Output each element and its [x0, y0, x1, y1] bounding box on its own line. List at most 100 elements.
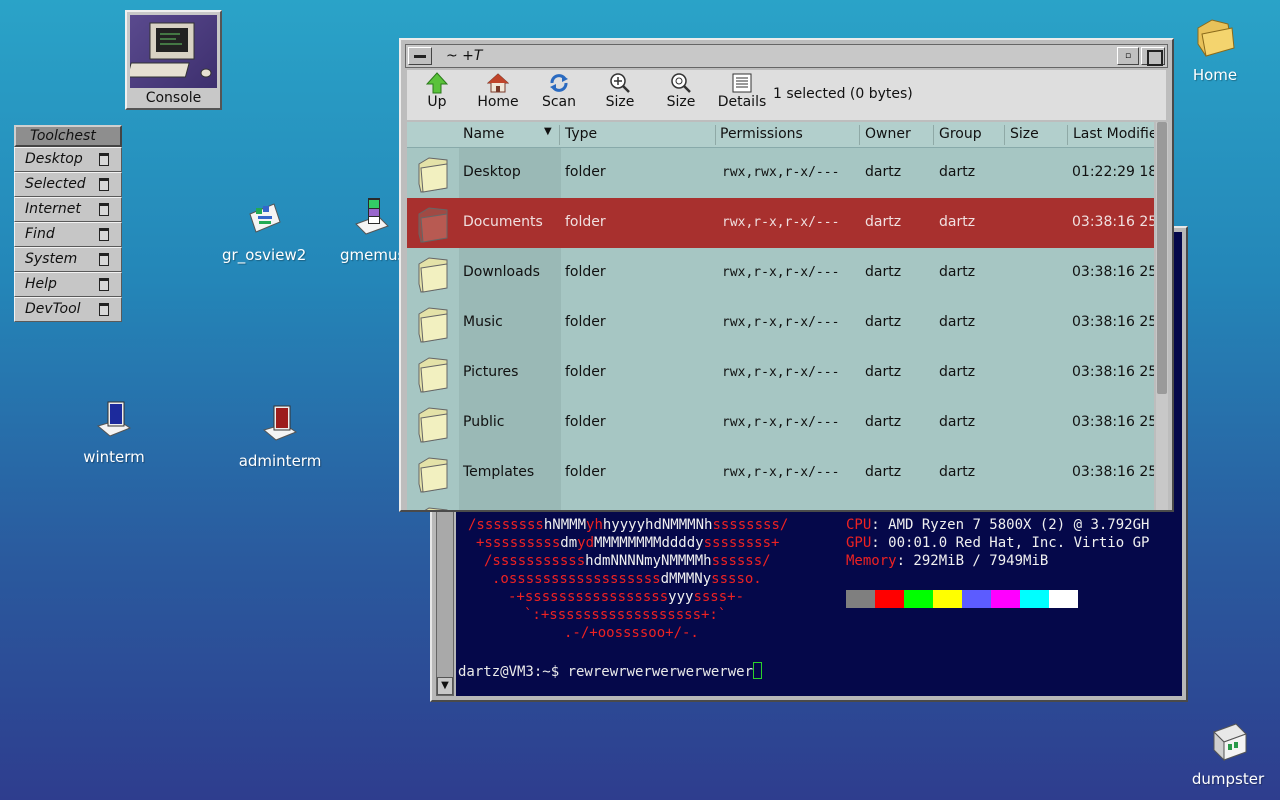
file-owner: dartz — [865, 164, 902, 180]
column-permissions[interactable]: Permissions — [720, 126, 803, 142]
file-group: dartz — [939, 364, 976, 380]
file-list[interactable]: Name ▼ Type Permissions Owner Group Size… — [407, 122, 1154, 510]
toolchest-item-selected[interactable]: Selected — [14, 172, 122, 197]
file-list-scrollbar[interactable] — [1156, 122, 1168, 510]
file-manager-toolbar: Up Home Scan Size Size Details 1 selecte… — [407, 70, 1166, 120]
sort-descending-icon[interactable]: ▼ — [544, 126, 552, 137]
file-type: folder — [565, 164, 606, 180]
file-name: Desktop — [463, 164, 521, 180]
window-titlebar[interactable]: ~ +T ▫ — [405, 44, 1168, 68]
details-button[interactable]: Details — [712, 72, 772, 110]
folder-icon — [418, 157, 448, 193]
toolchest-item-devtool[interactable]: DevTool — [14, 297, 122, 322]
desktop-icon-home[interactable]: Home — [1186, 14, 1244, 84]
folder-icon — [424, 507, 448, 510]
neofetch-art-line: .ossssssssssssssssssdMMMNysssso. — [492, 571, 762, 587]
desktop-icon-adminterm[interactable]: adminterm — [238, 400, 322, 470]
folder-icon — [418, 207, 448, 243]
home-folder-icon — [1197, 19, 1235, 57]
file-type: folder — [565, 364, 606, 380]
toolchest-item-help[interactable]: Help — [14, 272, 122, 297]
file-group: dartz — [939, 414, 976, 430]
column-name[interactable]: Name — [463, 126, 504, 142]
file-name: Templates — [463, 464, 535, 480]
folder-icon — [418, 257, 448, 293]
table-row[interactable]: Public folder rwx,r-x,r-x/--- dartz dartz 03:… — [407, 398, 1154, 448]
desktop-icon-dumpster[interactable]: dumpster — [1188, 714, 1268, 788]
color-swatch — [1049, 590, 1078, 608]
osview-icon — [249, 203, 281, 233]
column-last-modified[interactable]: Last Modifie — [1073, 126, 1154, 142]
maximize-icon[interactable] — [1141, 47, 1165, 66]
color-swatch — [1020, 590, 1049, 608]
up-arrow-icon — [426, 72, 448, 94]
file-owner: dartz — [865, 264, 902, 280]
toolchest-menu: Toolchest Desktop Selected Internet Find… — [14, 125, 122, 322]
table-row[interactable]: Desktop folder rwx,rwx,r-x/--- dartz dartz 01… — [407, 148, 1154, 198]
file-name: Music — [463, 314, 503, 330]
terminal-icon — [96, 401, 132, 437]
file-type: folder — [565, 214, 606, 230]
table-row[interactable]: Templates folder rwx,r-x,r-x/--- dartz dartz… — [407, 448, 1154, 498]
neofetch-art-line: /ssssssssssshdmNNNNmyNMMMMhssssss/ — [484, 553, 771, 569]
shell-prompt-line[interactable]: dartz@VM3:~$ rewrewrwerwerwerwerwer — [458, 662, 763, 681]
file-permissions: rwx,r-x,r-x/--- — [722, 215, 840, 230]
file-owner: dartz — [865, 314, 902, 330]
scan-button[interactable]: Scan — [529, 72, 589, 110]
admin-terminal-icon — [262, 405, 298, 441]
window-title: ~ +T — [446, 48, 483, 64]
refresh-icon — [550, 74, 568, 92]
table-row[interactable]: Music folder rwx,r-x,r-x/--- dartz dartz 03:3… — [407, 298, 1154, 348]
window-menu-icon[interactable] — [408, 47, 432, 65]
table-row[interactable]: Pictures folder rwx,r-x,r-x/--- dartz dartz 0… — [407, 348, 1154, 398]
file-modified: 03:38:16 25 — [1072, 314, 1154, 330]
console-computer-icon — [126, 15, 217, 88]
color-swatch — [933, 590, 962, 608]
folder-icon — [418, 457, 448, 493]
toolchest-title[interactable]: Toolchest — [14, 125, 122, 147]
submenu-icon — [99, 253, 109, 266]
home-button[interactable]: Home — [468, 72, 528, 110]
file-group: dartz — [939, 314, 976, 330]
color-swatch — [904, 590, 933, 608]
folder-icon — [418, 307, 448, 343]
up-button[interactable]: Up — [407, 72, 467, 110]
neofetch-art-line: .-/+oossssoo+/-. — [564, 625, 699, 641]
file-group: dartz — [939, 214, 976, 230]
toolchest-item-system[interactable]: System — [14, 247, 122, 272]
size-decrease-button[interactable]: Size — [651, 72, 711, 110]
submenu-icon — [99, 278, 109, 291]
console-label: Console — [145, 90, 202, 106]
desktop-icon-gmemusage[interactable]: gmemus — [340, 194, 405, 264]
size-increase-button[interactable]: Size — [590, 72, 650, 110]
toolchest-item-internet[interactable]: Internet — [14, 197, 122, 222]
color-swatch — [846, 590, 875, 608]
folder-icon — [418, 407, 448, 443]
console-launcher[interactable]: Console — [125, 10, 222, 110]
scroll-down-arrow-icon[interactable]: ▼ — [437, 677, 453, 695]
scrollbar-thumb[interactable] — [1157, 122, 1167, 394]
column-group[interactable]: Group — [939, 126, 982, 142]
desktop-icon-winterm[interactable]: winterm — [78, 396, 150, 466]
file-owner: dartz — [865, 364, 902, 380]
memory-usage-icon — [355, 198, 389, 235]
toolchest-item-find[interactable]: Find — [14, 222, 122, 247]
file-manager-window[interactable]: ~ +T ▫ Up Home Scan Size Size Details 1 … — [399, 38, 1174, 512]
file-type: folder — [565, 314, 606, 330]
house-icon — [487, 73, 509, 93]
table-row[interactable]: Downloads folder rwx,r-x,r-x/--- dartz dartz… — [407, 248, 1154, 298]
file-name: Documents — [463, 214, 543, 230]
file-permissions: rwx,r-x,r-x/--- — [722, 465, 840, 480]
folder-icon — [418, 357, 448, 393]
table-row[interactable]: Documents folder rwx,r-x,r-x/--- dartz dartz… — [407, 198, 1154, 248]
file-modified: 03:38:16 25 — [1072, 464, 1154, 480]
minimize-icon[interactable]: ▫ — [1117, 47, 1139, 65]
file-name: Downloads — [463, 264, 540, 280]
column-size[interactable]: Size — [1010, 126, 1039, 142]
desktop-icon-gr-osview2[interactable]: gr_osview2 — [222, 198, 306, 264]
column-owner[interactable]: Owner — [865, 126, 911, 142]
column-type[interactable]: Type — [565, 126, 597, 142]
column-header: Name ▼ Type Permissions Owner Group Size… — [407, 122, 1154, 148]
neofetch-art-line: `:+ssssssssssssssssss+:` — [524, 607, 727, 623]
toolchest-item-desktop[interactable]: Desktop — [14, 147, 122, 172]
